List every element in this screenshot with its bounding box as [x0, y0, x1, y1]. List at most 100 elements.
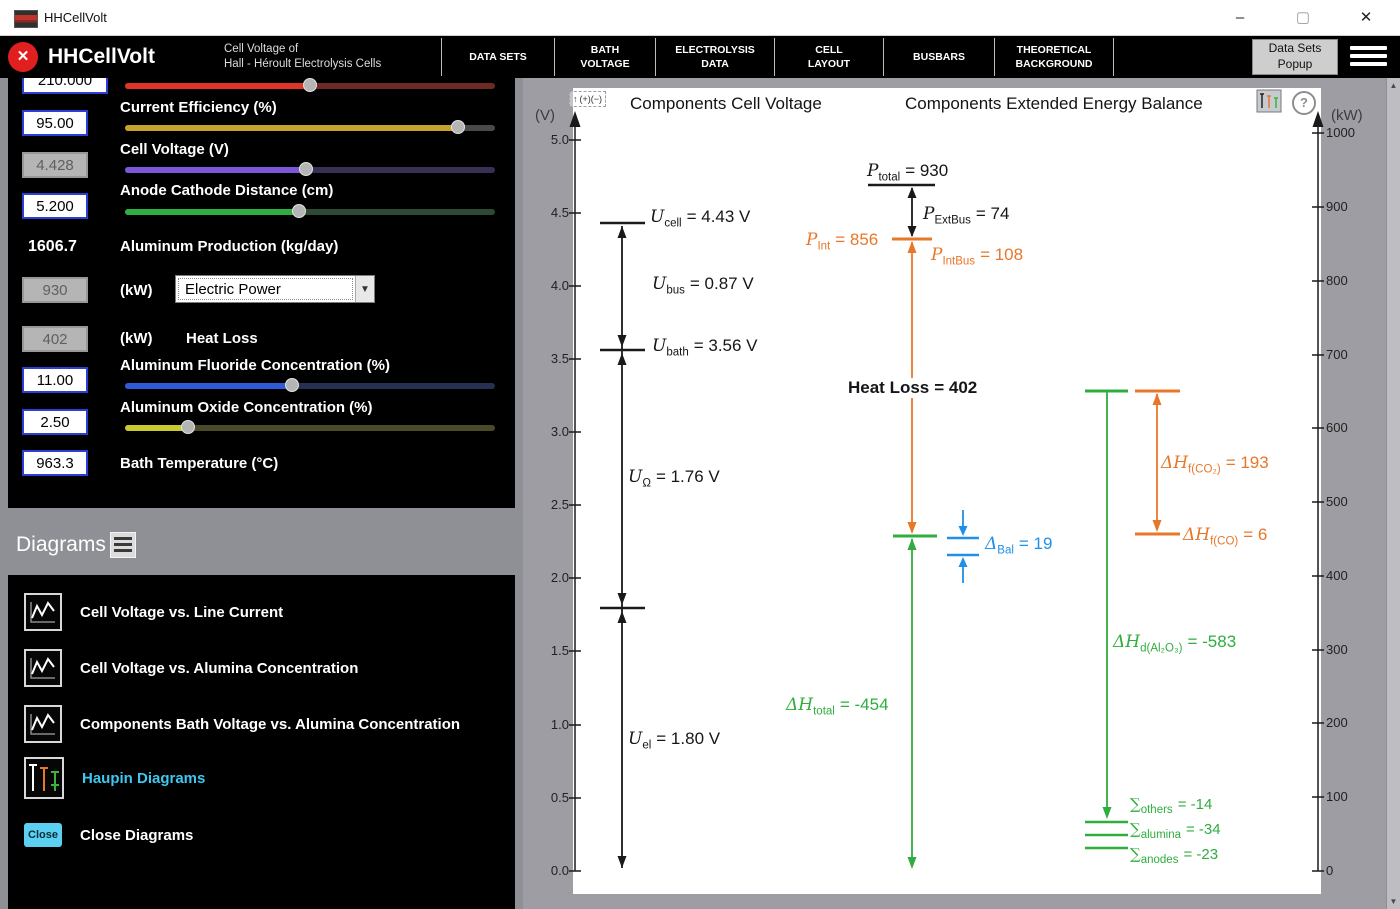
label-p-int: PInt= 856	[806, 230, 878, 252]
label-dh-d-al2o3: ΔHd(Al₂O₃)= -583	[1113, 632, 1236, 654]
haupin-diagram-area: Components Cell Voltage Components Exten…	[523, 78, 1400, 909]
slider-thumb[interactable]	[292, 204, 306, 218]
menu-item-data-sets[interactable]: DATA SETS	[441, 38, 555, 76]
line-chart-icon	[24, 649, 62, 687]
aluminum-oxide-input[interactable]	[22, 409, 88, 435]
haupin-diagram-graphics	[523, 78, 1400, 909]
label-sum-anodes: ∑anodes= -23	[1130, 845, 1218, 866]
diagram-item-cell-voltage-vs-alumina[interactable]: Cell Voltage vs. Alumina Concentration	[24, 648, 358, 688]
anode-cathode-distance-label: Anode Cathode Distance (cm)	[120, 182, 333, 199]
slider-thumb[interactable]	[303, 78, 317, 92]
haupin-diagram-icon	[24, 757, 64, 799]
window-title: HHCellVolt	[44, 0, 107, 35]
label-sum-others: ∑others= -14	[1130, 795, 1212, 816]
aluminum-production-value: 1606.7	[28, 238, 77, 256]
electric-power-dropdown[interactable]: Electric Power ▼	[175, 275, 375, 303]
bath-temperature-input[interactable]	[22, 450, 88, 476]
slider-thumb[interactable]	[451, 120, 465, 134]
app-subtitle: Cell Voltage of Hall - Héroult Electroly…	[224, 42, 381, 72]
label-dh-f-co: ΔHf(CO)= 6	[1183, 525, 1267, 547]
label-p-extbus: PExtBus= 74	[923, 204, 1009, 226]
menu-item-busbars[interactable]: BUSBARS	[884, 38, 995, 76]
close-diagrams-button[interactable]: Close	[24, 823, 62, 847]
diagrams-list-icon[interactable]	[110, 532, 136, 558]
line-chart-icon	[24, 705, 62, 743]
diagram-item-close-diagrams[interactable]: Close Close Diagrams	[24, 815, 193, 855]
haupin-mini-icon[interactable]	[1256, 89, 1282, 113]
heat-loss-label: Heat Loss	[186, 330, 258, 347]
menu-item-cell-layout[interactable]: CELL LAYOUT	[775, 38, 884, 76]
close-button[interactable]: ✕	[1344, 0, 1388, 35]
slider-thumb[interactable]	[299, 162, 313, 176]
label-dh-f-co2: ΔHf(CO₂)= 193	[1161, 453, 1269, 475]
current-efficiency-input[interactable]	[22, 110, 88, 136]
left-axis-ticks: 5.0 4.5 4.0 3.5 3.0 2.5 2.0 1.5 1.0 0.5 …	[525, 78, 569, 909]
nav-menu: DATA SETS BATH VOLTAGE ELECTROLYSIS DATA…	[441, 38, 1114, 76]
aluminum-production-label: Aluminum Production (kg/day)	[120, 238, 338, 255]
label-heat-loss: Heat Loss= 402	[845, 378, 980, 398]
menu-item-theoretical-background[interactable]: THEORETICAL BACKGROUND	[995, 38, 1114, 76]
diagram-item-components-bath-voltage[interactable]: Components Bath Voltage vs. Alumina Conc…	[24, 704, 460, 744]
line-current-slider[interactable]	[125, 78, 495, 94]
slider-thumb[interactable]	[181, 420, 195, 434]
aluminum-fluoride-slider[interactable]	[125, 378, 495, 394]
label-p-intbus: PIntBus= 108	[931, 245, 1023, 267]
line-chart-icon	[24, 593, 62, 631]
aluminum-fluoride-input[interactable]	[22, 367, 88, 393]
diagrams-panel: Cell Voltage vs. Line Current Cell Volta…	[8, 575, 515, 909]
label-sum-alumina: ∑alumina= -34	[1130, 820, 1221, 841]
aluminum-oxide-slider[interactable]	[125, 420, 495, 436]
diagram-item-cell-voltage-vs-line-current[interactable]: Cell Voltage vs. Line Current	[24, 592, 283, 632]
maximize-button[interactable]: ▢	[1281, 0, 1325, 35]
app-icon	[14, 10, 38, 28]
anode-cathode-distance-input[interactable]	[22, 193, 88, 219]
vertical-scrollbar[interactable]: ▲ ▼	[1386, 78, 1400, 909]
cell-voltage-slider[interactable]	[125, 162, 495, 178]
minimize-button[interactable]: –	[1218, 0, 1262, 35]
aluminum-fluoride-label: Aluminum Fluoride Concentration (%)	[120, 357, 390, 374]
right-axis-ticks: 1000 900 800 700 600 500 400 300 200 100…	[1326, 78, 1378, 909]
app-title: HHCellVolt	[48, 36, 155, 78]
cell-voltage-input	[22, 152, 88, 178]
diagram-item-haupin-diagrams[interactable]: Haupin Diagrams	[24, 758, 205, 798]
electric-power-unit: (kW)	[120, 282, 153, 299]
app-window: { "window": { "title": "HHCellVolt", "mi…	[0, 0, 1400, 909]
heat-loss-input	[22, 326, 88, 352]
scroll-up-icon[interactable]: ▲	[1387, 81, 1400, 90]
titlebar: HHCellVolt – ▢ ✕	[0, 0, 1400, 36]
label-dh-total: ΔHtotal= -454	[786, 695, 889, 717]
label-u-ohm: UΩ= 1.76 V	[628, 467, 720, 489]
diagrams-header: Diagrams	[16, 533, 106, 557]
data-sets-popup-button[interactable]: Data Sets Popup	[1252, 39, 1338, 75]
aluminum-oxide-label: Aluminum Oxide Concentration (%)	[120, 399, 373, 416]
help-icon[interactable]: ?	[1292, 91, 1316, 115]
controls-panel: Current Efficiency (%) Cell Voltage (V) …	[8, 78, 515, 508]
voltage-component-arrows	[600, 185, 935, 868]
current-efficiency-slider[interactable]	[125, 120, 495, 136]
label-u-bath: Ubath= 3.56 V	[652, 336, 758, 358]
enthalpy-arrows-green	[893, 391, 1128, 869]
hamburger-menu-icon[interactable]	[1350, 46, 1387, 70]
electric-power-input	[22, 277, 88, 303]
anode-cathode-distance-slider[interactable]	[125, 204, 495, 220]
label-u-cell: Ucell= 4.43 V	[650, 207, 750, 229]
polarity-orientation-icon: ↑(+)(−)	[569, 91, 606, 107]
bath-temperature-label: Bath Temperature (°C)	[120, 455, 278, 472]
left-column: Current Efficiency (%) Cell Voltage (V) …	[0, 78, 523, 909]
chart-title-energy-balance: Components Extended Energy Balance	[905, 94, 1203, 114]
line-current-input[interactable]	[22, 78, 108, 94]
app-close-button[interactable]: ✕	[8, 42, 38, 72]
label-p-total: Ptotal= 930	[867, 161, 948, 183]
navbar: ✕ HHCellVolt Cell Voltage of Hall - Héro…	[0, 36, 1400, 78]
chevron-down-icon: ▼	[355, 276, 374, 302]
scroll-down-icon[interactable]: ▼	[1387, 897, 1400, 906]
label-u-el: Uel= 1.80 V	[628, 729, 720, 751]
slider-thumb[interactable]	[285, 378, 299, 392]
label-delta-bal: ΔBal= 19	[985, 534, 1052, 556]
menu-item-bath-voltage[interactable]: BATH VOLTAGE	[555, 38, 656, 76]
menu-item-electrolysis-data[interactable]: ELECTROLYSIS DATA	[656, 38, 775, 76]
current-efficiency-label: Current Efficiency (%)	[120, 99, 277, 116]
heat-loss-unit: (kW)	[120, 330, 153, 347]
label-u-bus: Ubus= 0.87 V	[652, 274, 754, 296]
balance-arrows-blue	[947, 510, 979, 583]
